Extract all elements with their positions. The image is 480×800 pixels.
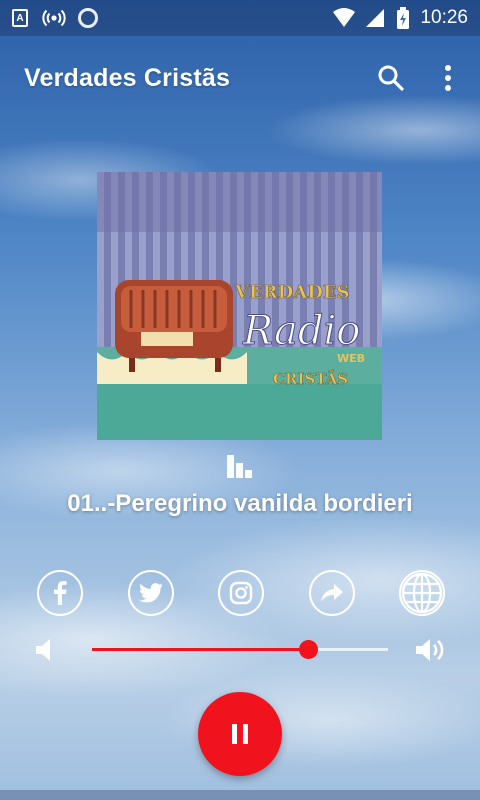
wifi-icon (332, 7, 356, 29)
status-left: A (12, 7, 98, 29)
artwork-line-4: CRISTÃS (273, 369, 348, 388)
pause-button[interactable] (198, 692, 282, 776)
navigation-bar-edge (0, 790, 480, 800)
twitter-button[interactable] (127, 570, 174, 616)
status-right: 10:26 (332, 7, 468, 29)
search-button[interactable] (376, 63, 406, 93)
instagram-button[interactable] (218, 570, 264, 616)
battery-icon (396, 7, 410, 29)
search-icon (378, 65, 404, 91)
signal-icon (364, 7, 386, 29)
volume-high-icon (414, 636, 448, 669)
status-bar: A 10:26 (0, 0, 480, 36)
volume-slider-fill (92, 648, 309, 651)
app-actions (376, 63, 456, 93)
globe-icon (401, 572, 443, 614)
volume-row (34, 632, 448, 668)
volume-low-icon (34, 636, 54, 669)
station-artwork: VERDADES Radio WEB CRISTÃS (97, 172, 382, 440)
artwork-line-2: Radio (242, 308, 360, 354)
instagram-icon (229, 581, 253, 605)
more-options-button[interactable] (440, 63, 456, 93)
font-icon: A (12, 9, 28, 27)
website-button[interactable] (399, 570, 445, 616)
share-button[interactable] (308, 570, 355, 616)
more-vert-icon (445, 65, 451, 91)
artwork-line-3: WEB (337, 352, 365, 365)
app-title: Verdades Cristãs (24, 63, 231, 92)
facebook-icon (54, 581, 67, 605)
facebook-button[interactable] (37, 570, 83, 616)
status-time: 10:26 (420, 7, 468, 28)
share-icon (320, 584, 343, 602)
volume-slider[interactable] (92, 640, 388, 659)
broadcast-icon (42, 7, 66, 29)
twitter-icon (138, 583, 163, 603)
equalizer-icon (226, 452, 254, 478)
pause-icon (232, 724, 248, 744)
artwork-line-1: VERDADES (234, 282, 350, 303)
volume-slider-thumb[interactable] (299, 640, 319, 659)
circle-icon (78, 8, 98, 28)
track-title: 01..-Peregrino vanilda bordieri (67, 490, 413, 517)
app-bar: Verdades Cristãs (0, 36, 480, 120)
social-row (37, 570, 445, 618)
